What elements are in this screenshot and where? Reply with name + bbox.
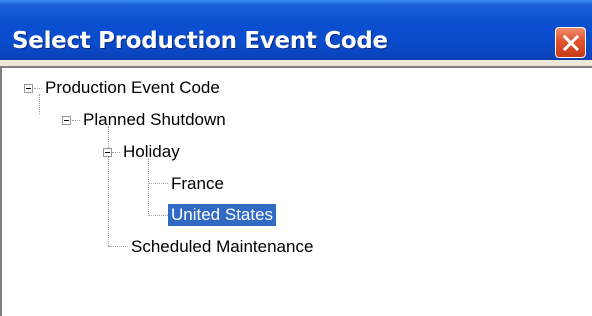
- close-icon: [562, 34, 580, 52]
- tree-connector: [108, 126, 109, 246]
- tree-node-holiday[interactable]: Holiday: [120, 141, 183, 163]
- tree-connector: [34, 88, 42, 89]
- title-bar[interactable]: Select Production Event Code: [0, 0, 592, 60]
- close-button[interactable]: [555, 27, 586, 58]
- collapse-toggle-root[interactable]: [24, 84, 33, 93]
- tree-connector: [148, 158, 149, 216]
- tree-node-france[interactable]: France: [168, 173, 227, 195]
- tree-node-planned-shutdown[interactable]: Planned Shutdown: [80, 109, 229, 131]
- window-title: Select Production Event Code: [12, 28, 388, 54]
- tree-connector: [39, 94, 40, 114]
- tree-connector: [148, 183, 168, 184]
- collapse-toggle-holiday[interactable]: [103, 148, 112, 157]
- tree-connector: [108, 246, 128, 247]
- tree-node-scheduled-maintenance[interactable]: Scheduled Maintenance: [128, 236, 316, 258]
- collapse-toggle-planned-shutdown[interactable]: [62, 116, 71, 125]
- tree-connector: [148, 215, 168, 216]
- tree-connector: [72, 120, 80, 121]
- tree-node-production-event-code[interactable]: Production Event Code: [42, 77, 223, 99]
- event-code-tree[interactable]: Production Event Code Planned Shutdown H…: [0, 66, 592, 316]
- tree-connector: [112, 152, 120, 153]
- tree-node-united-states[interactable]: United States: [168, 204, 277, 226]
- dialog-window: Select Production Event Code Production …: [0, 0, 592, 316]
